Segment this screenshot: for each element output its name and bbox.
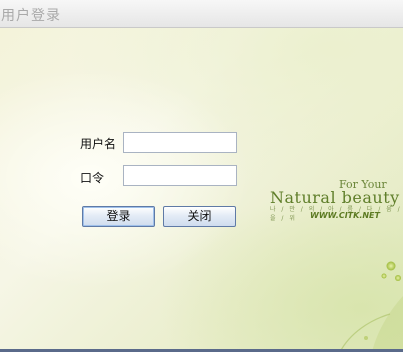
login-panel: 用户名 口令 登录 关闭 For Your Natural beauty 나 /…: [0, 28, 403, 352]
login-window: 用户登录 用户名 口令 登录 关闭 For Your Natural beaut…: [0, 0, 403, 352]
title-bar[interactable]: 用户登录: [0, 0, 403, 28]
window-title: 用户登录: [1, 8, 61, 24]
leaf-decoration-icon: [339, 261, 403, 352]
